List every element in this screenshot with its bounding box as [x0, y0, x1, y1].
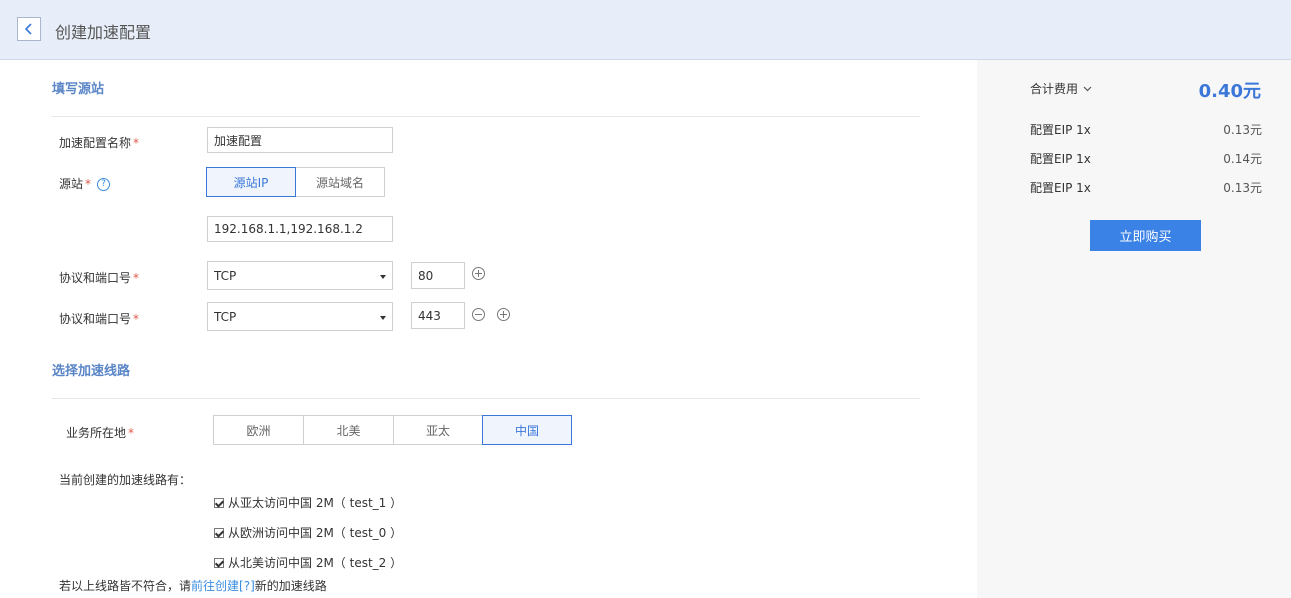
help-icon[interactable]: ? — [97, 178, 111, 191]
fee-item: 配置EIP 1x 0.14元 — [1030, 150, 1262, 167]
protocol-select[interactable]: TCP — [207, 302, 393, 331]
fee-price: 0.13元 — [1223, 181, 1262, 195]
fee-name: 配置EIP 1x — [1030, 123, 1091, 137]
line-item: 从北美访问中国 2M（ test_2 ） — [214, 554, 402, 571]
tab-region-europe[interactable]: 欧洲 — [213, 415, 304, 445]
create-line-hint: 若以上线路皆不符合，请前往创建[?]新的加速线路 — [59, 579, 327, 593]
fee-item: 配置EIP 1x 0.13元 — [1030, 121, 1262, 138]
port-input[interactable] — [411, 302, 465, 329]
fee-item: 配置EIP 1x 0.13元 — [1030, 179, 1262, 196]
divider — [52, 116, 920, 117]
add-circle-icon[interactable] — [497, 308, 510, 321]
config-name-label: 加速配置名称 * — [59, 136, 140, 150]
buy-now-button[interactable]: 立即购买 — [1090, 220, 1201, 251]
chevron-left-icon — [24, 23, 32, 35]
line-label: 从欧洲访问中国 2M（ test_0 ） — [228, 526, 403, 540]
caret-down-icon — [380, 275, 386, 279]
cost-summary-panel — [977, 60, 1291, 598]
tab-region-north-america[interactable]: 北美 — [303, 415, 394, 445]
add-circle-icon[interactable] — [472, 267, 485, 280]
checkbox[interactable] — [214, 557, 224, 568]
fee-price: 0.13元 — [1223, 123, 1262, 137]
checkbox[interactable] — [214, 527, 224, 538]
origin-label: 源站 *? — [59, 175, 111, 192]
line-item: 从欧洲访问中国 2M（ test_0 ） — [214, 524, 402, 541]
total-price: 0.40元 — [1198, 81, 1261, 102]
chevron-down-icon — [1083, 86, 1092, 91]
region-label: 业务所在地 * — [66, 426, 135, 440]
total-cost-toggle[interactable]: 合计费用 — [1030, 80, 1092, 97]
fee-name: 配置EIP 1x — [1030, 152, 1091, 166]
line-label: 从北美访问中国 2M（ test_2 ） — [228, 556, 403, 570]
protocol-select[interactable]: TCP — [207, 261, 393, 290]
fee-price: 0.14元 — [1223, 152, 1262, 166]
caret-down-icon — [380, 316, 386, 320]
page-header: 创建加速配置 — [0, 0, 1291, 60]
port-input[interactable] — [411, 262, 465, 289]
protocol-value: TCP — [214, 268, 237, 283]
tab-origin-domain[interactable]: 源站域名 — [295, 167, 385, 197]
main-panel — [0, 60, 977, 598]
section-title-source: 填写源站 — [52, 82, 105, 97]
section-title-route: 选择加速线路 — [52, 364, 131, 379]
line-item: 从亚太访问中国 2M（ test_1 ） — [214, 494, 402, 511]
region-tabs: 欧洲 北美 亚太 中国 — [213, 415, 572, 445]
page-title: 创建加速配置 — [55, 23, 152, 42]
divider — [52, 398, 920, 399]
tab-origin-ip[interactable]: 源站IP — [206, 167, 296, 197]
total-cost-label: 合计费用 — [1030, 82, 1079, 96]
tab-region-asia-pacific[interactable]: 亚太 — [393, 415, 483, 445]
line-label: 从亚太访问中国 2M（ test_1 ） — [228, 496, 403, 510]
current-lines-label: 当前创建的加速线路有： — [59, 473, 192, 487]
back-button[interactable] — [17, 17, 41, 41]
protocol-port-label: 协议和端口号 * — [59, 312, 140, 326]
protocol-port-label: 协议和端口号 * — [59, 271, 140, 285]
config-name-input[interactable] — [207, 127, 393, 153]
tab-region-china[interactable]: 中国 — [482, 415, 572, 445]
origin-type-tabs: 源站IP 源站域名 — [206, 167, 385, 197]
protocol-value: TCP — [214, 309, 237, 324]
create-line-link[interactable]: 前往创建[?] — [191, 579, 255, 593]
origin-ip-input[interactable] — [207, 216, 393, 242]
remove-circle-icon[interactable] — [472, 308, 485, 321]
fee-name: 配置EIP 1x — [1030, 181, 1091, 195]
checkbox[interactable] — [214, 497, 224, 508]
